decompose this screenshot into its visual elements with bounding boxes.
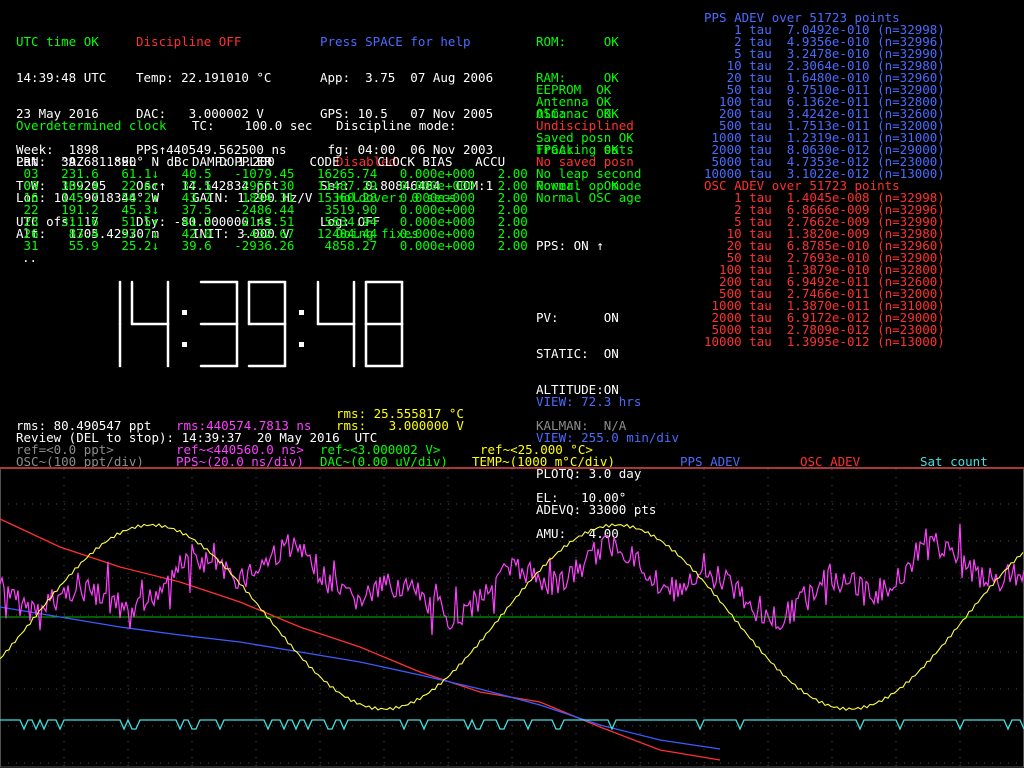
alarm-list: EEPROM OK Antenna OK Almanac OK Undisciplin… bbox=[536, 83, 642, 205]
pps-adev-table: 1 tau 7.0492e-010 (n=32998) 2 tau 4.9356… bbox=[704, 23, 945, 180]
utc-status: UTC time OK bbox=[16, 34, 99, 49]
sat-count-trace bbox=[0, 718, 1024, 731]
app-version: App: 3.75 07 Aug 2006 bbox=[320, 70, 494, 85]
pv-filter: PV: ON bbox=[536, 310, 619, 325]
sat-row: 31 55.9 25.2↓ 39.6 -2936.26 4858.27 0.00… bbox=[16, 238, 528, 253]
osc-adev-row: 10000 tau 1.3995e-012 (n=13000) bbox=[704, 334, 945, 349]
view-hours: VIEW: 72.3 hrs bbox=[536, 394, 642, 409]
pps-state: PPS: ON ↑ bbox=[536, 238, 604, 253]
osc-adev-table: 1 tau 1.4045e-008 (n=32998) 2 tau 6.8666… bbox=[704, 191, 945, 349]
discipline-status: Discipline OFF bbox=[136, 34, 242, 49]
time-constant: TC: 100.0 sec bbox=[192, 118, 313, 133]
alarm-item: Normal OSC age bbox=[536, 190, 642, 205]
clock-mode: Overdetermined clock bbox=[16, 118, 167, 133]
clock-digit-4 bbox=[130, 280, 170, 368]
plot-grid bbox=[0, 469, 1024, 767]
pps-trace bbox=[0, 523, 1024, 636]
big-digital-clock bbox=[118, 280, 404, 368]
sat-more: .. bbox=[22, 250, 38, 265]
temperature: Temp: 22.191010 °C bbox=[136, 70, 272, 85]
selftest-rom: ROM: OK bbox=[536, 34, 619, 49]
clock-colon bbox=[182, 310, 187, 347]
clock-digit-3 bbox=[199, 280, 239, 368]
clock-digit-4 bbox=[316, 280, 356, 368]
plot-area[interactable] bbox=[0, 467, 1024, 768]
static-filter: STATIC: ON bbox=[536, 346, 619, 361]
utc-time: 14:39:48 UTC bbox=[16, 70, 107, 85]
discipline-mode-label: Discipline mode: bbox=[336, 118, 457, 133]
clock-colon bbox=[299, 310, 304, 347]
clock-digit-8 bbox=[364, 280, 404, 368]
sat-table: 03 231.6 61.1↓ 40.5 -1079.45 16265.74 0.… bbox=[16, 167, 528, 253]
clock-digit-9 bbox=[247, 280, 287, 368]
help-hint[interactable]: Press SPACE for help bbox=[320, 35, 493, 48]
